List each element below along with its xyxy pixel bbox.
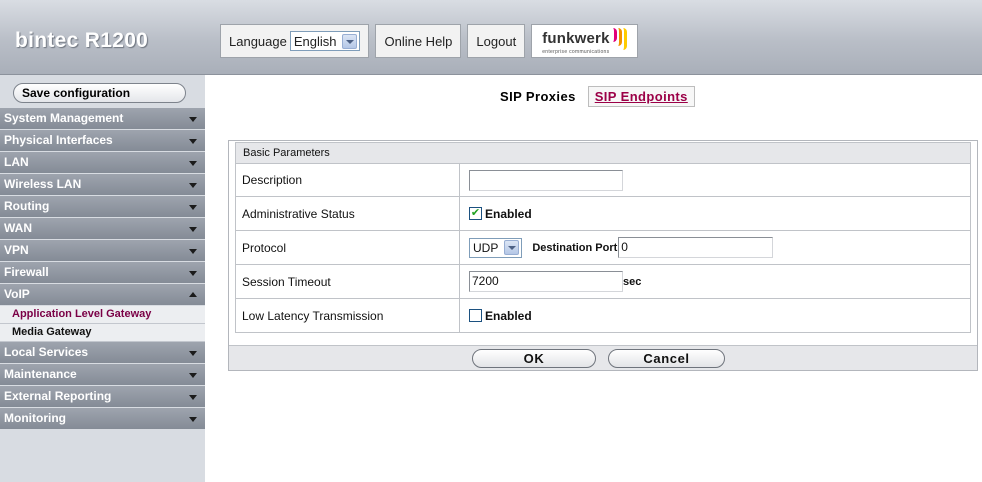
sidebar-item-firewall[interactable]: Firewall	[0, 262, 205, 284]
chevron-down-icon	[189, 351, 197, 356]
online-help-label: Online Help	[384, 33, 453, 49]
sidebar-item-routing[interactable]: Routing	[0, 196, 205, 218]
admin-status-checkbox[interactable]: ✔	[469, 207, 482, 220]
chevron-down-icon	[504, 240, 520, 255]
form-rows: Description Administrative Status ✔ Enab…	[235, 164, 971, 333]
description-label: Description	[236, 164, 460, 196]
sidebar-item-wan[interactable]: WAN	[0, 218, 205, 240]
sidebar-subitem-media-gateway[interactable]: Media Gateway	[0, 324, 205, 342]
form-row-session-timeout: Session Timeout 7200 sec	[236, 264, 970, 298]
sidebar-item-wireless-lan[interactable]: Wireless LAN	[0, 174, 205, 196]
chevron-down-icon	[189, 161, 197, 166]
sidebar-item-monitoring[interactable]: Monitoring	[0, 408, 205, 430]
sidebar-item-lan[interactable]: LAN	[0, 152, 205, 174]
low-latency-checkbox[interactable]	[469, 309, 482, 322]
logout-label: Logout	[476, 33, 517, 49]
sidebar-item-physical-interfaces[interactable]: Physical Interfaces	[0, 130, 205, 152]
tab-bar: SIP Proxies SIP Endpoints	[498, 86, 695, 107]
chevron-up-icon	[189, 292, 197, 297]
language-value: English	[293, 33, 337, 49]
low-latency-label: Low Latency Transmission	[236, 299, 460, 332]
chevron-down-icon	[189, 271, 197, 276]
session-timeout-label: Session Timeout	[236, 265, 460, 298]
online-help-button[interactable]: Online Help	[375, 24, 462, 58]
signal-waves-icon	[612, 27, 627, 50]
destination-port-input[interactable]: 0	[618, 237, 774, 258]
save-configuration-button[interactable]: Save configuration	[13, 83, 186, 103]
chevron-down-icon	[189, 227, 197, 232]
chevron-down-icon	[189, 205, 197, 210]
sidebar-nav: System Management Physical Interfaces LA…	[0, 108, 205, 430]
logo-text: funkwerk	[542, 30, 610, 47]
session-timeout-input[interactable]: 7200	[469, 271, 623, 292]
sidebar-item-voip[interactable]: VoIP	[0, 284, 205, 306]
chevron-down-icon	[189, 373, 197, 378]
chevron-down-icon	[189, 249, 197, 254]
logo-subtitle: enterprise communications	[542, 48, 610, 55]
chevron-down-icon	[189, 417, 197, 422]
protocol-label: Protocol	[236, 231, 460, 264]
chevron-down-icon	[342, 33, 358, 49]
sidebar-item-local-services[interactable]: Local Services	[0, 342, 205, 364]
chevron-down-icon	[189, 117, 197, 122]
logout-button[interactable]: Logout	[467, 24, 526, 58]
sidebar-item-system-management[interactable]: System Management	[0, 108, 205, 130]
language-label: Language	[229, 33, 287, 49]
form-actions: OK Cancel	[229, 345, 977, 370]
admin-status-label: Administrative Status	[236, 197, 460, 230]
chevron-down-icon	[189, 183, 197, 188]
sidebar-item-maintenance[interactable]: Maintenance	[0, 364, 205, 386]
funkwerk-logo: funkwerk enterprise communications	[531, 24, 638, 58]
chevron-down-icon	[189, 139, 197, 144]
admin-status-checkbox-label: Enabled	[485, 206, 532, 221]
sidebar-item-vpn[interactable]: VPN	[0, 240, 205, 262]
brand-title: bintec R1200	[15, 29, 149, 52]
chevron-down-icon	[189, 395, 197, 400]
sidebar: Save configuration System Management Phy…	[0, 75, 205, 482]
ok-button[interactable]: OK	[472, 349, 596, 368]
form-panel: Basic Parameters Description Administrat…	[228, 140, 978, 371]
tab-sip-proxies[interactable]: SIP Proxies	[498, 87, 578, 106]
cancel-button[interactable]: Cancel	[608, 349, 725, 368]
low-latency-checkbox-label: Enabled	[485, 308, 532, 323]
protocol-dropdown[interactable]: UDP	[469, 237, 523, 258]
form-row-admin-status: Administrative Status ✔ Enabled	[236, 196, 970, 230]
sidebar-item-external-reporting[interactable]: External Reporting	[0, 386, 205, 408]
destination-port-label: Destination Port	[532, 241, 618, 254]
header-bar: bintec R1200 Language English Online Hel…	[0, 0, 982, 75]
language-selector: Language English	[220, 24, 370, 58]
header-toolbar: Language English Online Help Logout funk…	[220, 24, 638, 58]
sidebar-subitem-application-level-gateway[interactable]: Application Level Gateway	[0, 306, 205, 324]
protocol-value: UDP	[473, 240, 499, 255]
form-row-low-latency: Low Latency Transmission Enabled	[236, 298, 970, 332]
form-row-description: Description	[236, 164, 970, 196]
description-input[interactable]	[469, 169, 623, 191]
page: bintec R1200 Language English Online Hel…	[0, 0, 982, 482]
tab-sip-endpoints[interactable]: SIP Endpoints	[587, 86, 695, 107]
session-timeout-unit: sec	[623, 275, 642, 288]
section-title: Basic Parameters	[235, 142, 971, 164]
form-row-protocol: Protocol UDP Destination Port 0	[236, 230, 970, 264]
language-dropdown[interactable]: English	[289, 31, 361, 51]
